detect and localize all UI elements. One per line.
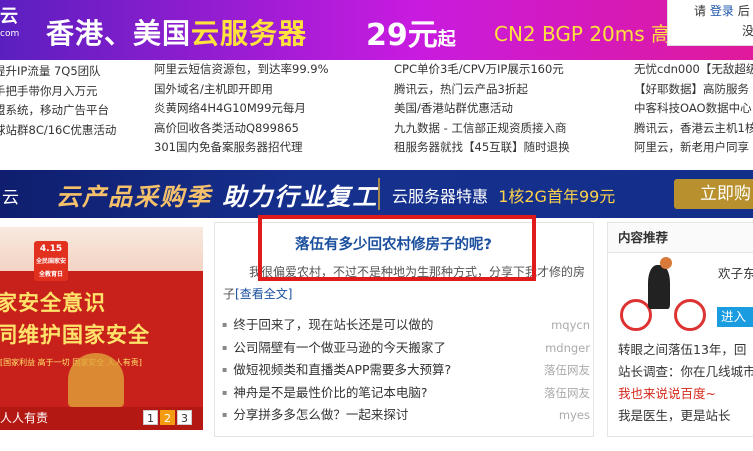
cyclist-image[interactable] <box>618 257 714 335</box>
news-source: mqycn <box>551 318 590 332</box>
ad-link[interactable]: 美国/香港站群优惠活动 <box>394 99 570 119</box>
ad-link[interactable]: CPC单价3毛/CPV万IP展示160元 <box>394 60 570 80</box>
ad-link[interactable]: 九九数据 - 工信部正规资质接入商 <box>394 119 570 139</box>
ad-link[interactable]: 提升IP流量 7Q5团队 <box>0 62 116 82</box>
banner-tagline: CN2 BGP 20ms 高速 <box>494 22 692 46</box>
ad-link[interactable]: 手把手带你月入万元 <box>0 82 116 102</box>
enter-button[interactable]: 进入 <box>717 307 753 327</box>
ad-link[interactable]: 球站群8C/16C优惠活动 <box>0 121 116 141</box>
ad-link[interactable]: 阿里云短信资源包，到达率99.9% <box>154 60 329 80</box>
news-title[interactable]: 公司隔壁有一个做亚马逊的今天搬家了 <box>222 337 446 360</box>
news-source: 落伍网友 <box>544 385 590 400</box>
divider <box>378 178 380 210</box>
list-item[interactable]: 终于回来了，现在站长还是可以做的 mqycn <box>222 314 590 337</box>
recommend-list: 转眼之间落伍13年，回 站长调查：你在几线城市 我也来说说百度~ 我是医生，更是… <box>618 339 753 427</box>
buy-now-button[interactable]: 立即购 <box>674 179 753 209</box>
recommend-link[interactable]: 站长调查：你在几线城市 <box>618 361 753 383</box>
news-title[interactable]: 神舟是不是最性价比的笔记本电脑? <box>222 382 427 405</box>
tiananmen-graphic <box>68 353 124 407</box>
news-source: 落伍网友 <box>544 363 590 377</box>
pager-3[interactable]: 3 <box>177 410 192 425</box>
list-item[interactable]: 做短视频类和直播类APP需要多大预算? 落伍网友 <box>222 359 590 382</box>
banner-price: 29元起 <box>366 18 456 53</box>
slideshow-image[interactable]: 4.15 全民国家安全教育日 家安全意识 同维护国家安全 [国家利益 高于一切 国… <box>0 227 203 430</box>
slide-caption: 人人有责 <box>0 411 49 425</box>
ad-link[interactable]: 高价回收各类活动Q899865 <box>154 119 329 139</box>
text-link-ads: 提升IP流量 7Q5团队 手把手带你月入万元 盟系统，移动广告平台 球站群8C/… <box>0 62 753 160</box>
link-column-1: 提升IP流量 7Q5团队 手把手带你月入万元 盟系统，移动广告平台 球站群8C/… <box>0 62 116 140</box>
news-source: mdnger <box>545 340 590 355</box>
banner-title: 香港、美国云服务器 <box>46 17 308 50</box>
login-link[interactable]: 登录 <box>710 4 734 18</box>
news-list: 终于回来了，现在站长还是可以做的 mqycn 公司隔壁有一个做亚马逊的今天搬家了… <box>222 314 590 427</box>
pager-2[interactable]: 2 <box>160 410 175 425</box>
banner2-offer: 云服务器特惠 1核2G首年99元 <box>392 187 616 206</box>
ad-link[interactable]: 阿里云，新老用户同享 <box>634 138 753 158</box>
ad-link[interactable]: 中客科技OAO数据中心 <box>634 99 753 119</box>
news-title[interactable]: 分享拼多多怎么做？一起来探讨 <box>222 404 408 427</box>
ad-link[interactable]: 炎黄网络4H4G10M99元每月 <box>154 99 329 119</box>
link-column-4: 无忧cdn000【无敌超级 【好耶数据】高防服务 中客科技OAO数据中心 腾讯云… <box>634 60 753 158</box>
list-item[interactable]: 公司隔壁有一个做亚马逊的今天搬家了 mdnger <box>222 337 590 360</box>
ad-link[interactable]: 无忧cdn000【无敌超级 <box>634 60 753 80</box>
news-title[interactable]: 做短视频类和直播类APP需要多大预算? <box>222 359 451 382</box>
recommend-link[interactable]: 我是医生，更是站长 <box>618 405 753 427</box>
banner-logo: 云 com <box>0 6 20 39</box>
recommend-side-text[interactable]: 欢子东 <box>718 263 753 282</box>
poster-line-2: 同维护国家安全 <box>0 322 150 347</box>
ad-link[interactable]: 盟系统，移动广告平台 <box>0 101 116 121</box>
ad-link[interactable]: 国外域名/主机即开即用 <box>154 80 329 100</box>
banner2-left-text: 云 <box>2 188 19 208</box>
poster-header <box>0 227 203 271</box>
ad-link[interactable]: 租服务器就找【45互联】随时退换 <box>394 138 570 158</box>
list-item[interactable]: 神舟是不是最性价比的笔记本电脑? 落伍网友 <box>222 382 590 405</box>
national-security-day-emblem: 4.15 全民国家安全教育日 <box>34 241 68 281</box>
recommend-link[interactable]: 转眼之间落伍13年，回 <box>618 339 753 361</box>
ad-link[interactable]: 【好耶数据】高防服务 <box>634 80 753 100</box>
ad-link[interactable]: 腾讯云，热门云产品3折起 <box>394 80 570 100</box>
banner2-slogan: 云产品采购季 助力行业复工 <box>56 182 379 211</box>
top-ad-banner[interactable]: 云 com 香港、美国云服务器 29元起 CN2 BGP 20ms 高速 <box>0 0 753 60</box>
link-column-2: 阿里云短信资源包，到达率99.9% 国外域名/主机即开即用 炎黄网络4H4G10… <box>154 60 329 158</box>
login-panel: 请 登录 后 没有帐 <box>667 0 753 46</box>
recommend-panel: 内容推荐 欢子东 进入 转眼之间落伍13年，回 站长调查：你在几线城市 我也来说… <box>607 222 753 437</box>
highlight-box <box>258 215 536 281</box>
news-source: myes <box>558 408 590 422</box>
recommend-link-highlight[interactable]: 我也来说说百度~ <box>618 383 753 405</box>
read-more-link[interactable]: [查看全文] <box>235 287 292 301</box>
ad-link[interactable]: 腾讯云，香港云主机1核 <box>634 119 753 139</box>
register-prompt[interactable]: 没有帐 <box>694 20 753 40</box>
cloud-promo-banner[interactable]: 云 云产品采购季 助力行业复工 云服务器特惠 1核2G首年99元 立即购 <box>0 170 753 218</box>
list-item[interactable]: 分享拼多多怎么做？一起来探讨 myes <box>222 404 590 427</box>
slide-pager: 1 2 3 <box>143 410 192 425</box>
recommend-title: 内容推荐 <box>608 223 753 253</box>
news-title[interactable]: 终于回来了，现在站长还是可以做的 <box>222 314 433 337</box>
poster-line-1: 家安全意识 <box>0 290 106 315</box>
link-column-3: CPC单价3毛/CPV万IP展示160元 腾讯云，热门云产品3折起 美国/香港站… <box>394 60 570 158</box>
pager-1[interactable]: 1 <box>143 410 158 425</box>
ad-link[interactable]: 301国内免备案服务器招代理 <box>154 138 329 158</box>
